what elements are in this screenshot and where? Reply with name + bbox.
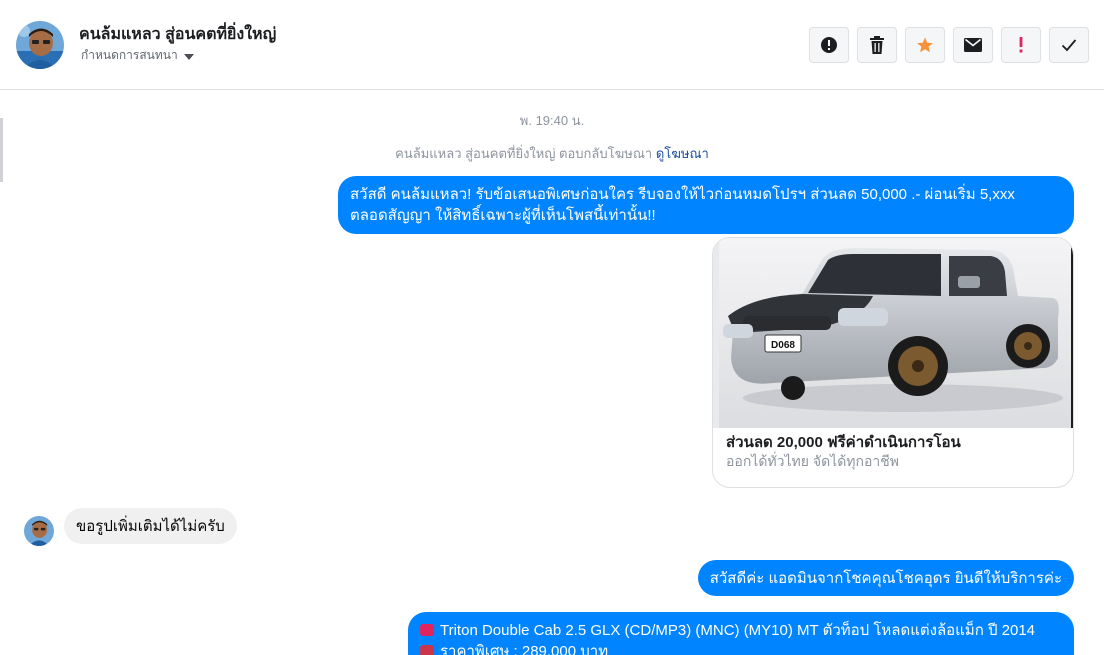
contact-avatar[interactable]: [16, 21, 64, 69]
ad-reply-notice: คนล้มแหลว สู่อนคตที่ยิ่งใหญ่ ตอบกลับโฆษณ…: [0, 143, 1104, 164]
report-button[interactable]: [809, 27, 849, 63]
caret-down-icon: [183, 53, 194, 60]
view-ad-link[interactable]: ดูโฆษณา: [656, 146, 709, 161]
ad-reply-text: คนล้มแหลว สู่อนคตที่ยิ่งใหญ่ ตอบกลับโฆษณ…: [395, 146, 653, 161]
ad-car-image: D068: [713, 238, 1073, 428]
conversation-header: คนล้มแหลว สู่อนคตที่ยิ่งใหญ่ กำหนดการสนท…: [0, 0, 1104, 90]
message-text-line: สวัสดี คนล้มแหลว! รับข้อเสนอพิเศษก่อนใคร…: [350, 186, 1015, 203]
rocket-emoji-icon: [420, 645, 434, 655]
delete-button[interactable]: [857, 27, 897, 63]
checkmark-icon: [1061, 39, 1077, 52]
assign-conversation-dropdown[interactable]: กำหนดการสนทนา: [81, 46, 194, 65]
star-icon: [917, 37, 933, 53]
message-text-line: ตลอดสัญญา ให้สิทธิ์เฉพาะผู้ที่เห็นโพสนี้…: [350, 207, 656, 224]
star-button[interactable]: [905, 27, 945, 63]
message-text: Triton Double Cab 2.5 GLX (CD/MP3) (MNC)…: [440, 622, 1036, 639]
license-plate: D068: [771, 340, 795, 351]
trash-icon: [870, 36, 884, 54]
message-text: สวัสดีค่ะ แอดมินจากโชคคุณโชคอุดร ยินดีให…: [709, 570, 1062, 587]
message-text: ขอรูปเพิ่มเติมได้ไม่ครับ: [76, 518, 225, 535]
message-text: ราคาพิเศษ : 289,000 บาท: [440, 643, 609, 655]
assign-conversation-label: กำหนดการสนทนา: [81, 48, 178, 62]
ad-card[interactable]: D068 ส่วนลด 20,000 ฟรีค่าดำเนินการโอน ออ…: [712, 237, 1074, 488]
outgoing-message: สวัสดีค่ะ แอดมินจากโชคคุณโชคอุดร ยินดีให…: [697, 560, 1074, 596]
sender-avatar: [24, 516, 54, 546]
contact-name[interactable]: คนล้มแหลว สู่อนคตที่ยิ่งใหญ่: [79, 22, 276, 47]
car-emoji-icon: [420, 624, 434, 636]
message-text-line: Triton Double Cab 2.5 GLX (CD/MP3) (MNC)…: [420, 620, 1062, 641]
message-thread: พ. 19:40 น. คนล้มแหลว สู่อนคตที่ยิ่งใหญ่…: [0, 90, 1104, 655]
incoming-message: ขอรูปเพิ่มเติมได้ไม่ครับ: [64, 508, 237, 544]
exclamation-icon: [1019, 37, 1023, 53]
envelope-icon: [964, 38, 982, 52]
mark-done-button[interactable]: [1049, 27, 1089, 63]
message-text-line: ราคาพิเศษ : 289,000 บาท: [420, 641, 1062, 655]
conversation-actions: [809, 27, 1089, 63]
message-timestamp: พ. 19:40 น.: [519, 113, 585, 128]
outgoing-message: สวัสดี คนล้มแหลว! รับข้อเสนอพิเศษก่อนใคร…: [338, 176, 1074, 234]
ad-card-subtitle: ออกได้ทั่วไทย จัดได้ทุกอาชีพ: [726, 453, 900, 469]
outgoing-message: Triton Double Cab 2.5 GLX (CD/MP3) (MNC)…: [408, 612, 1074, 655]
mark-unread-button[interactable]: [953, 27, 993, 63]
spam-button[interactable]: [1001, 27, 1041, 63]
alert-circle-icon: [821, 37, 837, 53]
